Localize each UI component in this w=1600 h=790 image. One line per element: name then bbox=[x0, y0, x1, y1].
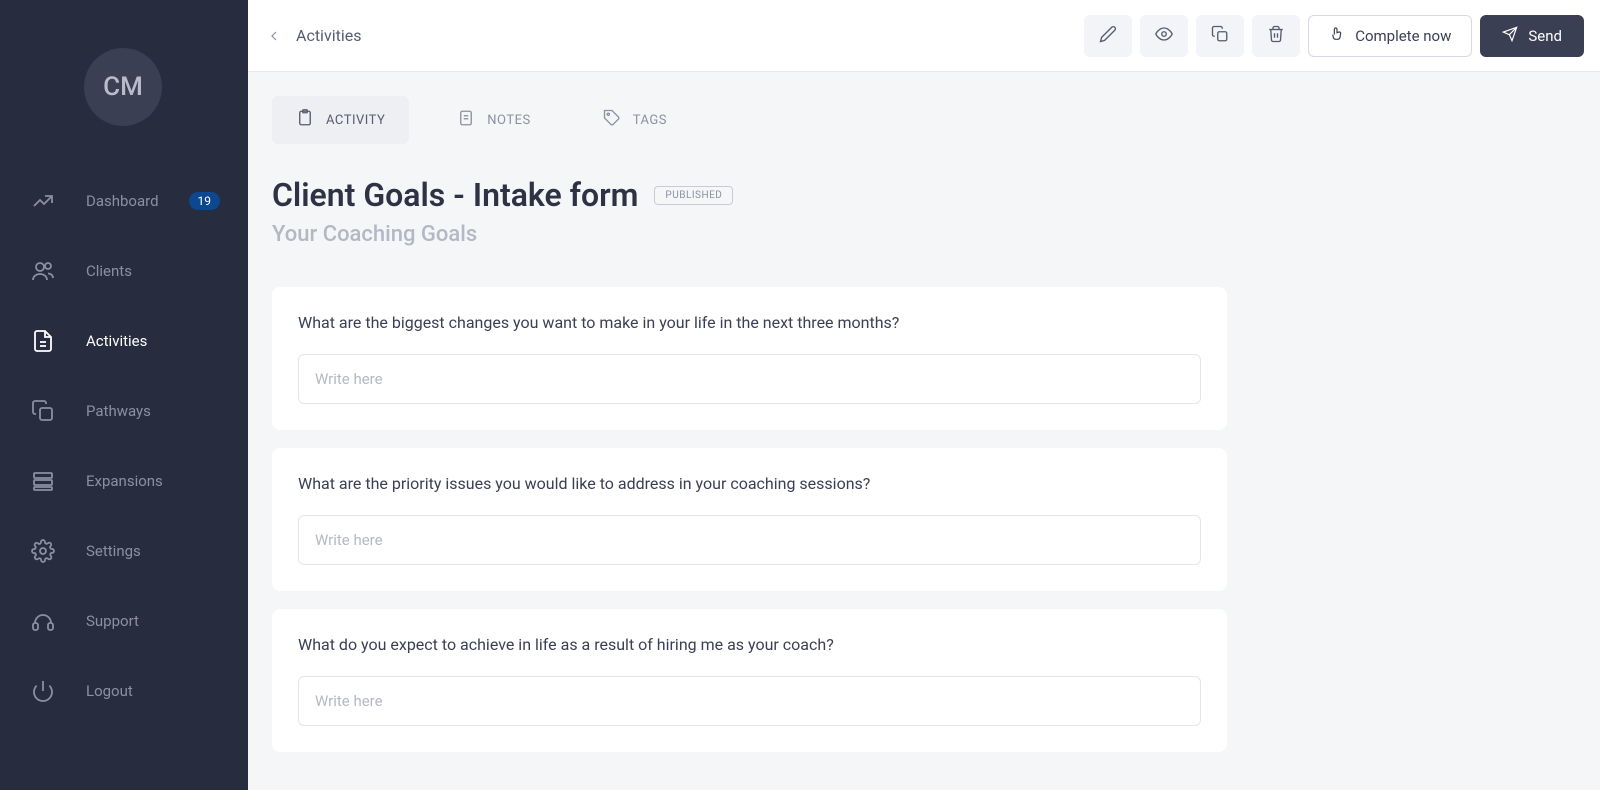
tab-tags[interactable]: TAGS bbox=[579, 96, 691, 144]
complete-label: Complete now bbox=[1355, 27, 1451, 45]
delete-button[interactable] bbox=[1252, 15, 1300, 57]
power-icon bbox=[30, 678, 56, 704]
layers-icon bbox=[30, 468, 56, 494]
sidebar-item-support[interactable]: Support bbox=[0, 586, 248, 656]
sidebar-item-label: Activities bbox=[86, 332, 147, 350]
back-chevron-icon[interactable] bbox=[264, 26, 284, 46]
breadcrumb: Activities bbox=[264, 26, 361, 46]
sidebar-item-expansions[interactable]: Expansions bbox=[0, 446, 248, 516]
tab-notes[interactable]: NOTES bbox=[433, 96, 554, 144]
sidebar-item-activities[interactable]: Activities bbox=[0, 306, 248, 376]
eye-icon bbox=[1155, 25, 1173, 47]
sidebar-item-label: Logout bbox=[86, 682, 133, 700]
question-label: What are the biggest changes you want to… bbox=[298, 313, 1201, 332]
breadcrumb-label[interactable]: Activities bbox=[296, 26, 361, 45]
content-area: ACTIVITY NOTES TAGS Client Goals - Intak… bbox=[248, 72, 1600, 790]
tag-icon bbox=[603, 109, 621, 131]
sidebar-item-clients[interactable]: Clients bbox=[0, 236, 248, 306]
tabs: ACTIVITY NOTES TAGS bbox=[272, 96, 1576, 144]
sidebar-item-label: Support bbox=[86, 612, 139, 630]
sidebar-item-logout[interactable]: Logout bbox=[0, 656, 248, 726]
title-row: Client Goals - Intake form PUBLISHED bbox=[272, 176, 1576, 214]
edit-button[interactable] bbox=[1084, 15, 1132, 57]
sidebar-item-label: Settings bbox=[86, 542, 141, 560]
dashboard-badge: 19 bbox=[189, 192, 221, 210]
users-icon bbox=[30, 258, 56, 284]
pencil-icon bbox=[1099, 25, 1117, 47]
avatar[interactable]: CM bbox=[84, 48, 162, 126]
tab-label: NOTES bbox=[487, 113, 530, 128]
chart-icon bbox=[30, 188, 56, 214]
sidebar: CM Dashboard 19 Clients Activities Pathw… bbox=[0, 0, 248, 790]
tab-activity[interactable]: ACTIVITY bbox=[272, 96, 409, 144]
question-label: What do you expect to achieve in life as… bbox=[298, 635, 1201, 654]
copy-icon bbox=[1211, 25, 1229, 47]
preview-button[interactable] bbox=[1140, 15, 1188, 57]
sidebar-item-pathways[interactable]: Pathways bbox=[0, 376, 248, 446]
header: Activities bbox=[248, 0, 1600, 72]
answer-input[interactable] bbox=[298, 354, 1201, 404]
copy-button[interactable] bbox=[1196, 15, 1244, 57]
question-card: What do you expect to achieve in life as… bbox=[272, 609, 1227, 752]
main-content: Activities bbox=[248, 0, 1600, 790]
page-subtitle: Your Coaching Goals bbox=[272, 222, 1576, 247]
headset-icon bbox=[30, 608, 56, 634]
notes-icon bbox=[457, 109, 475, 131]
tab-label: TAGS bbox=[633, 113, 667, 128]
sidebar-item-label: Clients bbox=[86, 262, 132, 280]
complete-now-button[interactable]: Complete now bbox=[1308, 15, 1472, 57]
sidebar-item-dashboard[interactable]: Dashboard 19 bbox=[0, 166, 248, 236]
status-badge: PUBLISHED bbox=[654, 186, 733, 205]
send-button[interactable]: Send bbox=[1480, 15, 1584, 57]
send-icon bbox=[1502, 26, 1518, 46]
copy-icon bbox=[30, 398, 56, 424]
sidebar-item-settings[interactable]: Settings bbox=[0, 516, 248, 586]
page-title: Client Goals - Intake form bbox=[272, 176, 638, 214]
header-actions: Complete now Send bbox=[1084, 15, 1584, 57]
trash-icon bbox=[1267, 25, 1285, 47]
sidebar-item-label: Dashboard bbox=[86, 192, 159, 210]
sidebar-item-label: Expansions bbox=[86, 472, 163, 490]
gear-icon bbox=[30, 538, 56, 564]
question-card: What are the biggest changes you want to… bbox=[272, 287, 1227, 430]
answer-input[interactable] bbox=[298, 515, 1201, 565]
document-icon bbox=[30, 328, 56, 354]
clipboard-icon bbox=[296, 109, 314, 131]
send-label: Send bbox=[1528, 27, 1562, 45]
pointer-icon bbox=[1329, 26, 1345, 46]
answer-input[interactable] bbox=[298, 676, 1201, 726]
question-label: What are the priority issues you would l… bbox=[298, 474, 1201, 493]
question-card: What are the priority issues you would l… bbox=[272, 448, 1227, 591]
tab-label: ACTIVITY bbox=[326, 113, 385, 128]
sidebar-item-label: Pathways bbox=[86, 402, 151, 420]
